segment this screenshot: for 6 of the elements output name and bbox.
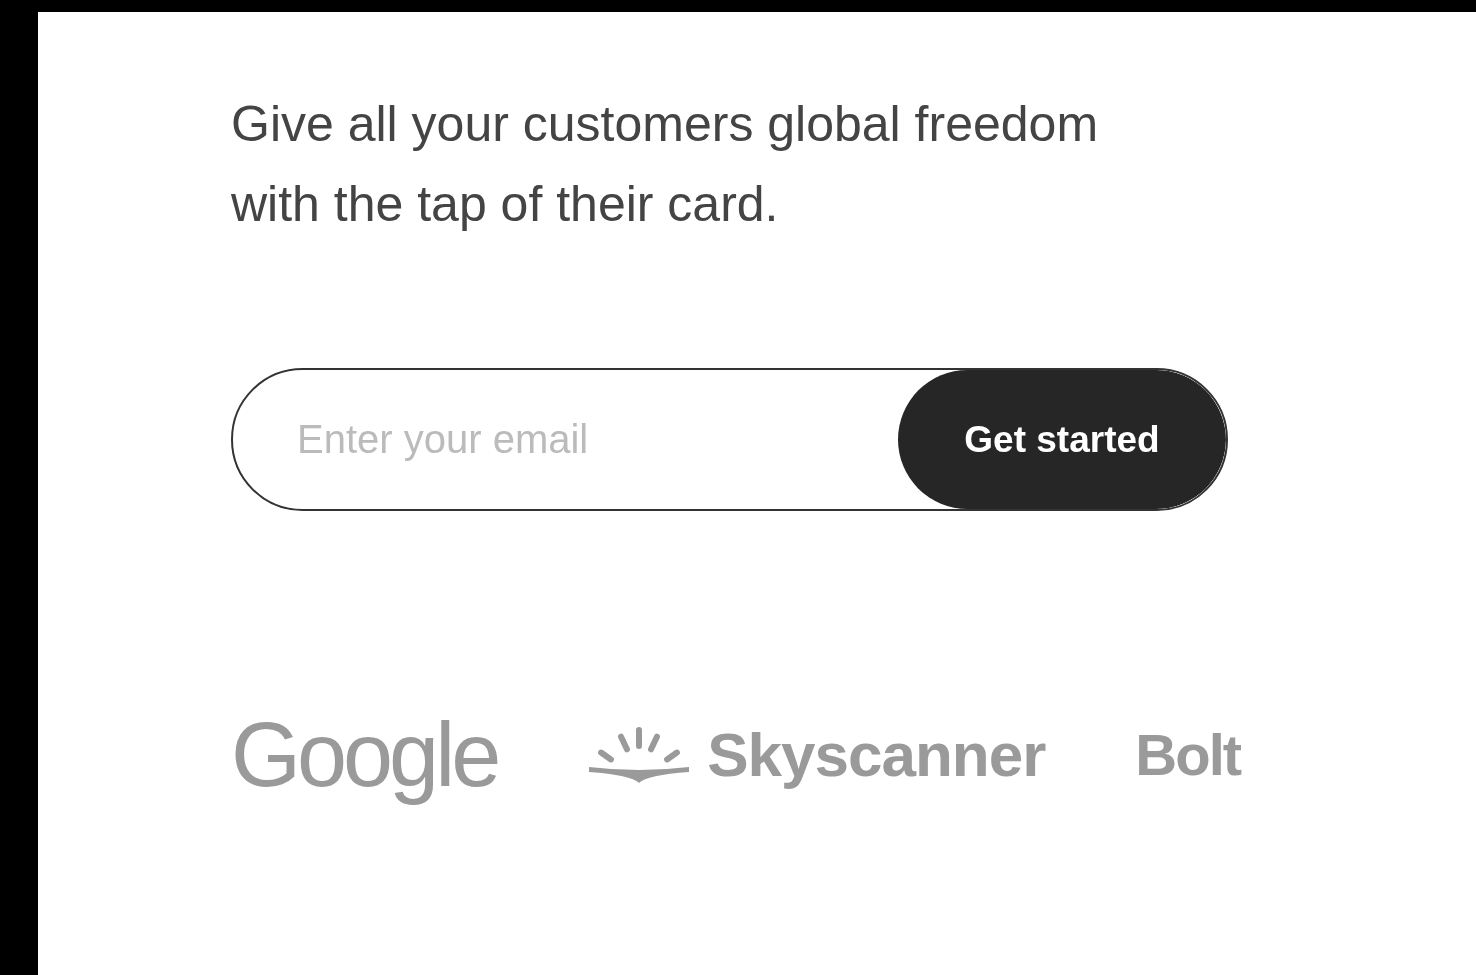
logo-wordmark: Google (231, 704, 498, 807)
hero-subtitle: Give all your customers global freedom with the tap of their card. (231, 95, 1100, 234)
get-started-button[interactable]: Get started (898, 370, 1226, 509)
email-field[interactable]: Enter your email Get started (231, 368, 1228, 511)
logo-wordmark: Bolt (1135, 726, 1241, 784)
sunburst-icon (587, 725, 692, 785)
